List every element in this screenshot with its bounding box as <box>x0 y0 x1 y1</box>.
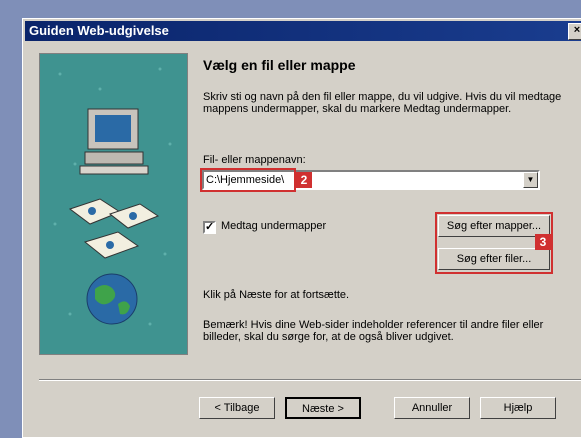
help-button[interactable]: Hjælp <box>480 397 556 419</box>
publish-note: Bemærk! Hvis dine Web-sider indeholder r… <box>203 319 544 343</box>
dialog-title: Guiden Web-udgivelse <box>29 23 169 38</box>
documents-icon <box>68 198 160 259</box>
chevron-down-icon[interactable]: ▼ <box>523 172 538 188</box>
include-subfolders-checkbox[interactable]: ✓ <box>203 221 216 234</box>
continue-hint: Klik på Næste for at fortsætte. <box>203 289 350 301</box>
computer-icon <box>79 108 149 175</box>
close-icon: × <box>573 24 581 36</box>
cancel-button[interactable]: Annuller <box>394 397 470 419</box>
close-button[interactable]: × <box>568 23 581 40</box>
browse-folders-button[interactable]: Søg efter mapper... <box>438 215 550 237</box>
annotation-badge-3: 3 <box>535 234 551 250</box>
annotation-highlight-2 <box>200 168 296 192</box>
checkmark-icon: ✓ <box>205 221 215 233</box>
wizard-art-image <box>53 67 172 326</box>
page-heading: Vælg en fil eller mappe <box>203 57 356 73</box>
publish-wizard-dialog: Guiden Web-udgivelse × Vælg en fil eller… <box>22 18 581 438</box>
next-button[interactable]: Næste > <box>285 397 361 419</box>
path-field-label: Fil- eller mappenavn: <box>203 154 306 166</box>
back-button[interactable]: < Tilbage <box>199 397 275 419</box>
annotation-badge-2: 2 <box>296 172 312 188</box>
wizard-illustration <box>39 53 188 355</box>
browse-files-button[interactable]: Søg efter filer... <box>438 248 550 270</box>
title-bar: Guiden Web-udgivelse × <box>25 21 581 41</box>
page-description: Skriv sti og navn på den fil eller mappe… <box>203 91 562 115</box>
globe-icon <box>86 273 138 325</box>
footer-divider <box>39 379 581 381</box>
include-subfolders-label[interactable]: Medtag undermapper <box>221 220 326 232</box>
